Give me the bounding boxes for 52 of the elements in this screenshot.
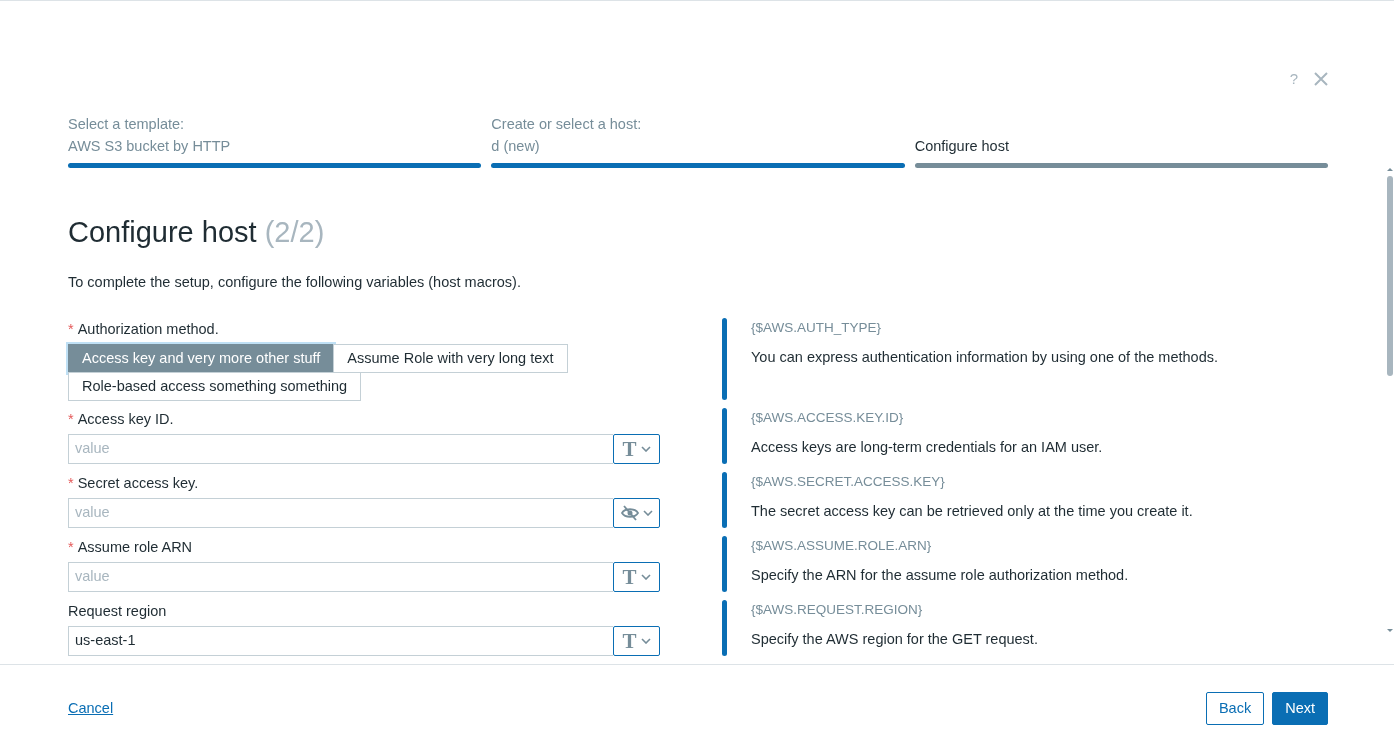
- step-title: d (new): [491, 138, 540, 154]
- step-label: Select a template:: [68, 116, 185, 132]
- cancel-link[interactable]: Cancel: [68, 697, 114, 720]
- next-button[interactable]: Next: [1272, 691, 1328, 726]
- segment-tab[interactable]: Access key and very more other stuff: [68, 343, 335, 373]
- macro-name: {$AWS.ASSUME.ROLE.ARN}: [751, 536, 933, 555]
- step-counter: (2/2): [264, 216, 325, 248]
- value-type-button[interactable]: T: [613, 433, 660, 464]
- intro-text: To complete the setup, configure the following variables (host macros).: [68, 273, 522, 292]
- macro-description: Specify the ARN for the assume role authorization method.: [751, 565, 1129, 585]
- required-mark: *: [68, 474, 74, 491]
- field-label: Authorization method.: [77, 320, 219, 337]
- chevron-down-icon: [640, 445, 651, 452]
- segment-tab[interactable]: Assume Role with very long text: [333, 343, 568, 373]
- value-type-button[interactable]: [613, 497, 660, 528]
- required-mark: *: [68, 320, 74, 337]
- eye-off-icon: [620, 504, 639, 521]
- value-type-button[interactable]: T: [613, 625, 660, 656]
- macro-marker-bar: [722, 535, 727, 592]
- macro-name: {$AWS.REQUEST.REGION}: [751, 600, 924, 619]
- input-field[interactable]: value: [68, 497, 613, 528]
- step-label: Create or select a host:: [491, 116, 642, 132]
- field-label: Secret access key.: [77, 474, 199, 491]
- chevron-down-icon: [640, 637, 651, 644]
- page-title: Configure host: [68, 216, 257, 248]
- required-mark: *: [68, 410, 74, 427]
- macro-marker-bar: [722, 599, 727, 656]
- field-label: Assume role ARN: [77, 538, 193, 555]
- scrollbar[interactable]: [1386, 168, 1394, 634]
- macro-marker-bar: [722, 471, 727, 528]
- value-type-button[interactable]: T: [613, 561, 660, 592]
- back-button[interactable]: Back: [1205, 691, 1265, 726]
- macro-name: {$AWS.ACCESS.KEY.ID}: [751, 408, 905, 427]
- step-title: Configure host: [914, 138, 1009, 154]
- macro-description: Access keys are long-term credentials for an IAM user.: [751, 437, 1103, 457]
- macro-description: Specify the AWS region for the GET request.: [751, 629, 1038, 649]
- segment-tab[interactable]: Role-based access something something: [68, 371, 362, 401]
- chevron-down-icon: [642, 509, 653, 516]
- field-label: Request region: [68, 602, 167, 619]
- required-mark: *: [68, 538, 74, 555]
- input-field[interactable]: value: [68, 561, 613, 592]
- macro-name: {$AWS.AUTH_TYPE}: [751, 318, 883, 337]
- macro-marker-bar: [722, 407, 727, 464]
- chevron-down-icon: [640, 573, 651, 580]
- macro-name: {$AWS.SECRET.ACCESS.KEY}: [751, 472, 946, 491]
- close-icon[interactable]: [1314, 72, 1328, 86]
- step-title: AWS S3 bucket by HTTP: [68, 138, 231, 154]
- macro-description: The secret access key can be retrieved only at the time you create it.: [751, 501, 1193, 521]
- macro-description: You can express authentication information by using one of the methods.: [751, 347, 1218, 367]
- field-label: Access key ID.: [77, 410, 174, 427]
- input-field[interactable]: us-east-1: [68, 625, 613, 656]
- input-field[interactable]: value: [68, 433, 613, 464]
